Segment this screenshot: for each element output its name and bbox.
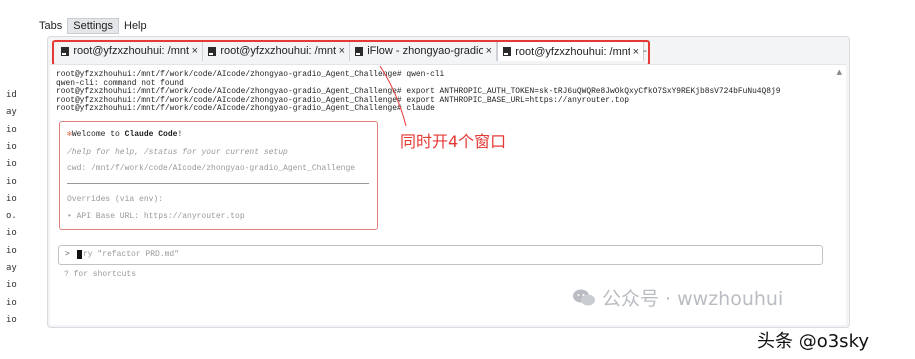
side-label: io (6, 176, 17, 187)
side-label: ay (6, 263, 17, 273)
side-label: io (6, 280, 17, 291)
menu-settings[interactable]: Settings (67, 18, 119, 34)
welcome-prefix: Welcome to (71, 130, 125, 139)
divider (67, 183, 369, 184)
prompt-chevron: > (65, 250, 70, 259)
left-panel-strip: id ay io io io io io o. io io ay io io io (0, 0, 40, 359)
welcome-suffix: ! (177, 130, 183, 139)
overrides-label: Overrides (via env): (67, 195, 164, 204)
side-label: io (6, 124, 17, 135)
side-label: io (6, 297, 17, 308)
side-label: io (6, 245, 17, 256)
new-tab-button[interactable]: - (643, 44, 647, 57)
api-base-url: • API Base URL: https://anyrouter.top (67, 212, 245, 221)
welcome-line: ✻Welcome to Claude Code! (67, 129, 182, 139)
text-cursor (77, 250, 82, 259)
side-label: io (6, 141, 17, 152)
side-label: io (6, 314, 17, 325)
side-label: ay (6, 107, 17, 118)
side-label: o. (6, 211, 17, 222)
shortcuts-hint: ? for shortcuts (64, 270, 137, 279)
terminal-output: root@yfzxzhouhui:/mnt/f/work/code/AIcode… (56, 70, 780, 114)
tabs-highlight-box (52, 40, 650, 66)
app-name: Claude Code (124, 130, 178, 139)
welcome-box: ✻Welcome to Claude Code! /help for help,… (59, 121, 378, 230)
prompt-input[interactable]: > ry "refactor PRD.md" (58, 245, 823, 265)
watermark: 公众号 · wwzhouhui (572, 284, 783, 311)
help-hint: /help for help, /status for your current… (67, 148, 288, 157)
side-label: io (6, 159, 17, 170)
side-label: io (6, 193, 17, 204)
menu-help[interactable]: Help (119, 18, 152, 34)
menu-tabs[interactable]: Tabs (34, 18, 67, 34)
credit-text: 头条 @o3sky (757, 331, 869, 352)
terminal-line: root@yfzxzhouhui:/mnt/f/work/code/AIcode… (56, 104, 435, 113)
menu-bar: Tabs Settings Help (34, 18, 152, 34)
annotation-pointer-line (379, 65, 407, 127)
side-label: io (6, 228, 17, 239)
side-label: id (6, 90, 17, 100)
wechat-icon (573, 289, 595, 305)
annotation-text: 同时开4个窗口 (400, 132, 507, 151)
prompt-placeholder: ry "refactor PRD.md" (83, 250, 180, 259)
watermark-text: 公众号 · wwzhouhui (602, 288, 784, 310)
scroll-up-icon[interactable]: ▲ (837, 68, 842, 76)
cwd-line: cwd: /mnt/f/work/code/AIcode/zhongyao-gr… (67, 164, 356, 173)
